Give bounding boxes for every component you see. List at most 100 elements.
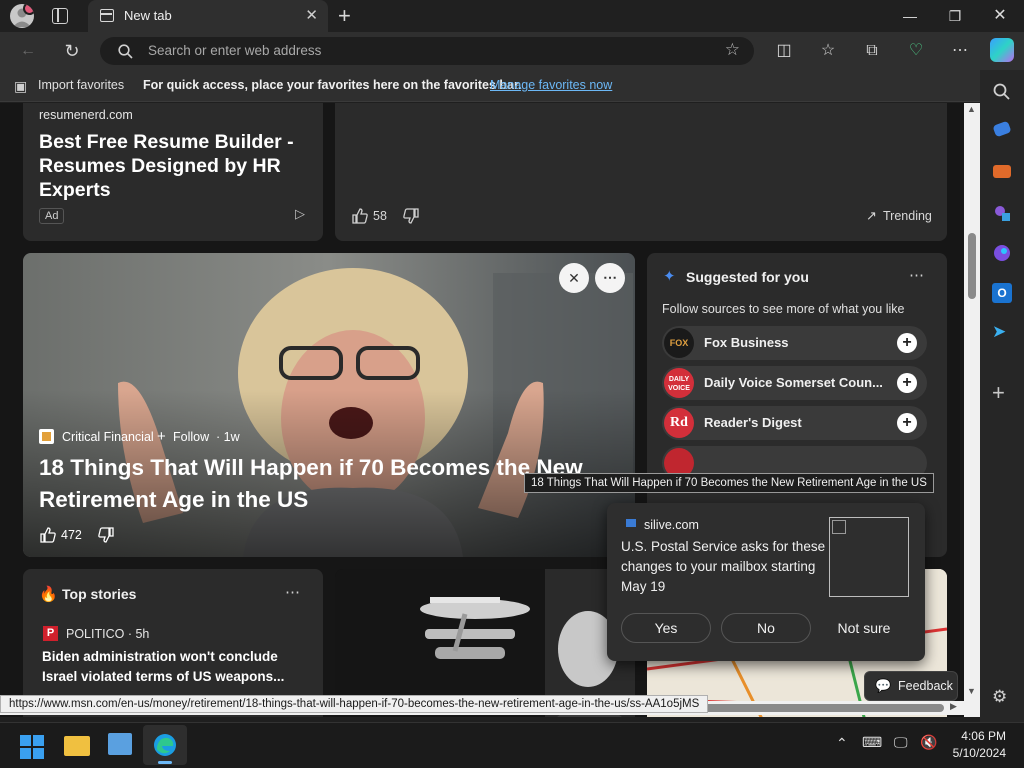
games-icon[interactable] <box>992 203 1012 223</box>
card-more-options-button[interactable]: ⋯ <box>595 263 625 293</box>
status-bar-url: https://www.msn.com/en-us/money/retireme… <box>0 695 709 713</box>
file-explorer-icon[interactable] <box>64 736 90 756</box>
source-row-readers-digest[interactable]: Rd Reader's Digest + <box>662 406 927 440</box>
top-stories-title: Top stories <box>62 586 137 602</box>
keyboard-icon[interactable]: ⌨ <box>862 734 882 751</box>
follow-source-plus-icon[interactable]: + <box>897 413 917 433</box>
scrollbar-thumb[interactable] <box>968 233 976 299</box>
feedback-icon: 💬 <box>875 678 892 693</box>
story-source: POLITICO · 5h <box>66 627 150 641</box>
hero-like-icon[interactable] <box>39 526 57 544</box>
scroll-right-arrow-icon[interactable]: ▶ <box>950 701 957 712</box>
refresh-icon[interactable]: ↻ <box>62 41 82 61</box>
sidebar-search-icon[interactable] <box>992 82 1012 102</box>
windows-start-icon[interactable] <box>20 735 44 759</box>
minimize-button[interactable]: — <box>890 4 930 28</box>
follow-source-plus-icon[interactable]: + <box>897 373 917 393</box>
survey-not-sure-button[interactable]: Not sure <box>819 613 909 643</box>
suggested-title: Suggested for you <box>686 269 809 285</box>
source-row-fox-business[interactable]: FOX Fox Business + <box>662 326 927 360</box>
like-icon[interactable] <box>351 207 369 225</box>
tools-briefcase-icon[interactable] <box>993 165 1011 178</box>
address-bar[interactable]: Search or enter web address ☆ <box>100 37 754 65</box>
ad-choices-icon[interactable]: ▷ <box>295 206 305 222</box>
hero-source: Critical Financial <box>62 430 154 444</box>
favorites-bar: ▣ Import favorites For quick access, pla… <box>0 70 1024 102</box>
restore-button[interactable]: ❐ <box>935 4 975 28</box>
survey-yes-button[interactable]: Yes <box>621 613 711 643</box>
show-hidden-icons-chevron-icon[interactable]: ⌃ <box>836 735 848 752</box>
hero-like-count: 472 <box>61 528 82 542</box>
trending-arrow-icon: ↗ <box>866 208 877 223</box>
feedback-button[interactable]: 💬 Feedback <box>864 671 958 701</box>
flame-icon: 🔥 <box>39 586 58 603</box>
title-bar: New tab ✕ + — ❐ ✕ <box>0 0 1024 32</box>
split-screen-icon[interactable]: ◫ <box>774 41 794 61</box>
copilot-sidebar-icon[interactable] <box>992 243 1012 263</box>
vertical-scrollbar[interactable]: ▲ ▼ <box>964 103 980 717</box>
volume-muted-icon[interactable]: 🔇 <box>920 734 937 751</box>
tab-new-tab[interactable]: New tab ✕ <box>88 0 328 32</box>
hero-article-card[interactable]: ✕ ⋯ Critical Financial + Follow · 1w 18 … <box>23 253 635 557</box>
remote-desktop-icon[interactable] <box>108 733 132 755</box>
send-drop-icon[interactable]: ➤ <box>992 322 1012 342</box>
top-stories-more-icon[interactable]: ⋯ <box>285 583 300 601</box>
ad-badge: Ad <box>39 208 65 224</box>
suggested-more-icon[interactable]: ⋯ <box>909 266 924 284</box>
sidebar-settings-gear-icon[interactable]: ⚙ <box>992 687 1012 707</box>
sparkle-icon: ✦ <box>663 268 676 285</box>
network-icon[interactable]: 🖵 <box>894 734 908 751</box>
politico-logo-icon: P <box>43 626 58 641</box>
story-headline[interactable]: Biden administration won't conclude Isra… <box>42 647 312 687</box>
trending-like-count: 58 <box>373 209 387 223</box>
feedback-survey-popup: silive.com U.S. Postal Service asks for … <box>607 503 925 661</box>
source-name: Fox Business <box>704 335 789 350</box>
follow-plus-icon[interactable]: + <box>157 428 166 445</box>
hero-dislike-icon[interactable] <box>97 526 115 544</box>
taskbar-date[interactable]: 5/10/2024 <box>946 746 1006 760</box>
favorite-star-icon[interactable]: ☆ <box>725 40 740 60</box>
follow-source-plus-icon[interactable]: + <box>897 333 917 353</box>
tab-actions-icon[interactable] <box>52 8 68 24</box>
shopping-tag-icon[interactable] <box>992 120 1012 138</box>
critical-financial-logo-icon <box>39 429 54 444</box>
dismiss-card-button[interactable]: ✕ <box>559 263 589 293</box>
ad-title[interactable]: Best Free Resume Builder - Resumes Desig… <box>39 130 309 202</box>
tab-close-icon[interactable]: ✕ <box>305 6 318 24</box>
taskbar-time[interactable]: 4:06 PM <box>960 729 1006 743</box>
edge-taskbar-button[interactable] <box>143 725 187 765</box>
survey-headline: U.S. Postal Service asks for these chang… <box>621 539 826 594</box>
import-favorites-link[interactable]: Import favorites <box>38 78 124 92</box>
fox-business-logo-icon: FOX <box>664 328 694 358</box>
new-tab-page-icon <box>100 9 114 22</box>
manage-favorites-link[interactable]: Manage favorites now <box>490 78 612 92</box>
profile-avatar[interactable] <box>10 4 34 28</box>
close-window-button[interactable]: ✕ <box>980 4 1020 28</box>
readers-digest-logo-icon: Rd <box>664 408 694 438</box>
trending-label: Trending <box>883 209 932 223</box>
survey-no-button[interactable]: No <box>721 613 811 643</box>
add-sidebar-app-icon[interactable]: + <box>992 382 1012 404</box>
import-favorites-icon: ▣ <box>14 78 28 94</box>
scroll-up-arrow-icon[interactable]: ▲ <box>967 104 976 114</box>
ad-card[interactable]: resumenerd.com Best Free Resume Builder … <box>23 103 323 241</box>
search-icon <box>118 44 133 59</box>
outlook-icon[interactable]: O <box>992 283 1012 303</box>
source-row-daily-voice[interactable]: DAILY VOICE Daily Voice Somerset Coun... … <box>662 366 927 400</box>
scroll-down-arrow-icon[interactable]: ▼ <box>967 686 976 696</box>
copilot-icon[interactable] <box>990 38 1014 62</box>
new-tab-feed: resumenerd.com Best Free Resume Builder … <box>0 103 980 717</box>
trending-card[interactable]: 58 ↗ Trending <box>335 103 947 241</box>
dislike-icon[interactable] <box>402 207 420 225</box>
browser-essentials-icon[interactable]: ♡ <box>906 41 926 61</box>
back-arrow-icon[interactable]: ← <box>18 41 38 61</box>
hero-follow-button[interactable]: Follow <box>173 430 209 444</box>
source-name: Daily Voice Somerset Coun... <box>704 375 883 390</box>
settings-more-icon[interactable]: ⋯ <box>950 41 970 61</box>
favorites-icon[interactable]: ☆ <box>818 41 838 61</box>
feedback-label: Feedback <box>898 679 953 693</box>
new-tab-plus-icon[interactable]: + <box>338 3 351 29</box>
address-placeholder: Search or enter web address <box>148 43 322 58</box>
title-tooltip: 18 Things That Will Happen if 70 Becomes… <box>524 473 934 493</box>
collections-icon[interactable]: ⧉ <box>862 41 882 61</box>
